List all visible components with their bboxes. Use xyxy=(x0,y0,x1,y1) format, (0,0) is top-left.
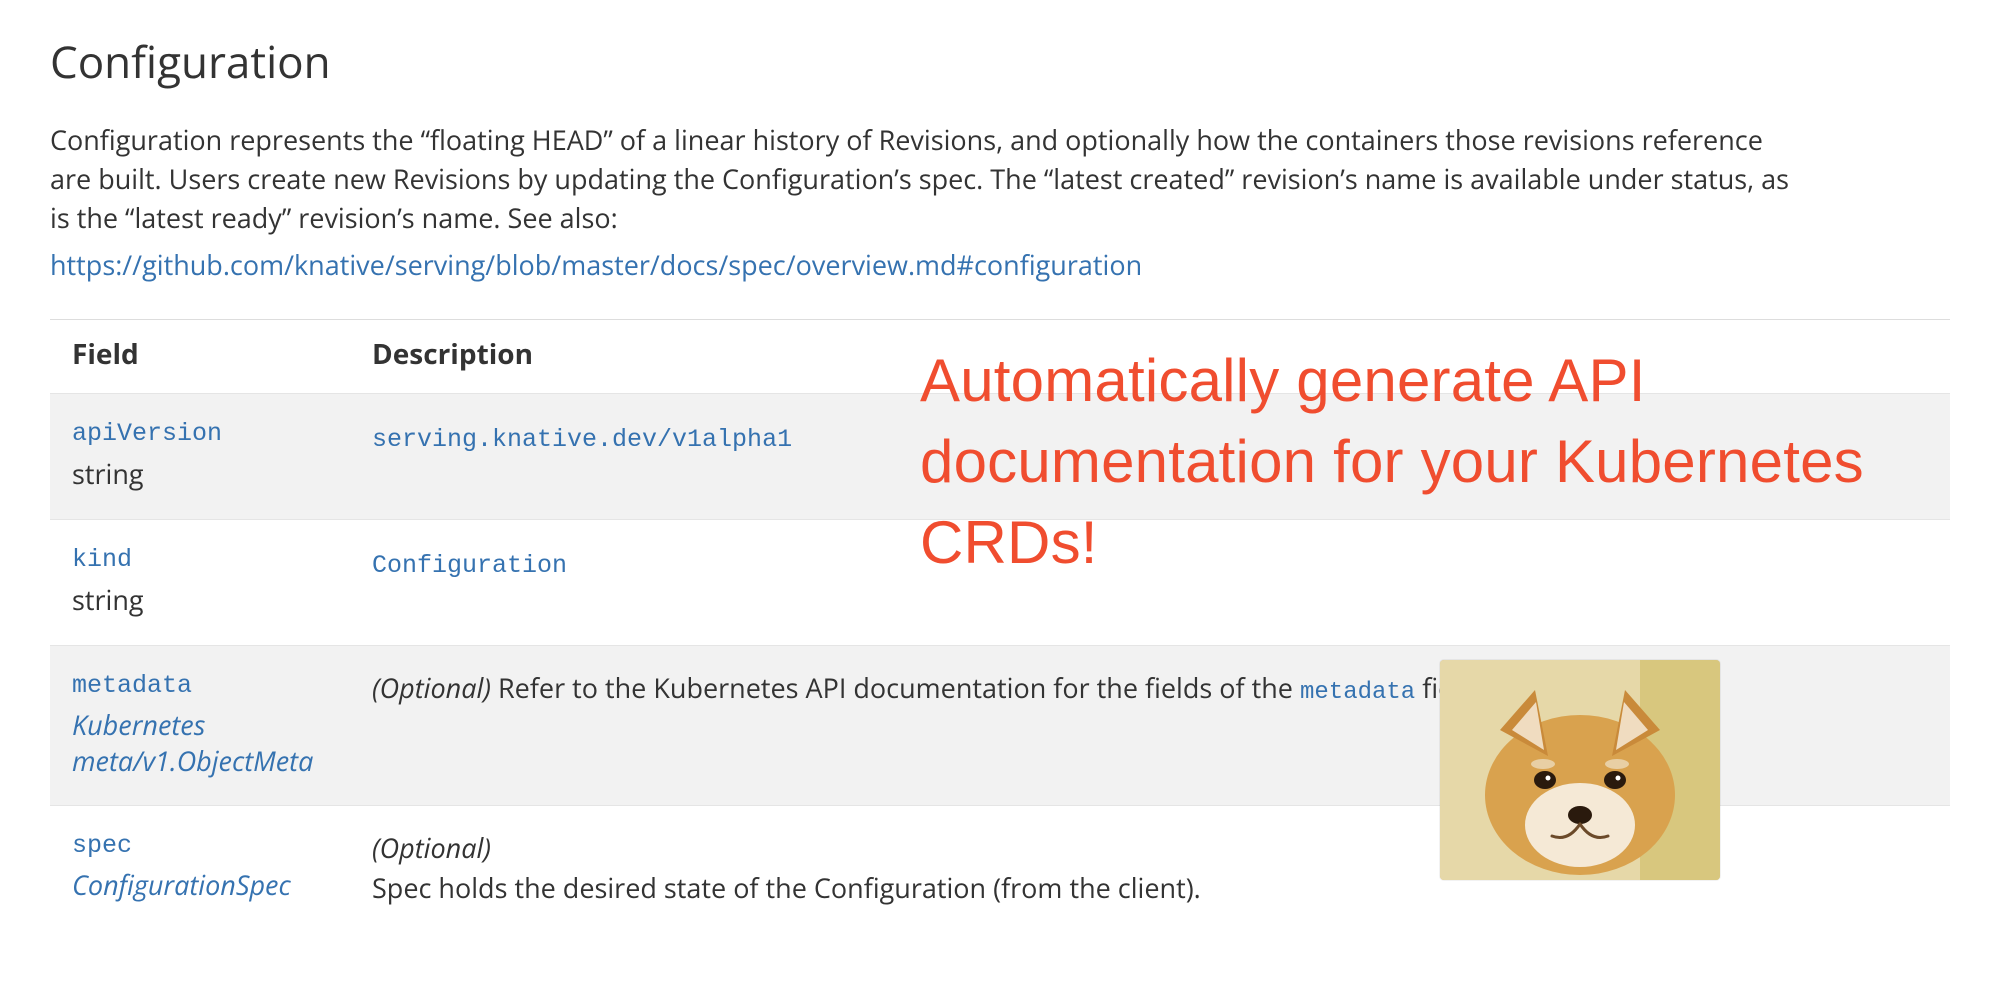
optional-label: (Optional) xyxy=(372,669,491,706)
page-title: Configuration xyxy=(50,30,1950,94)
field-type: string xyxy=(72,580,328,619)
desc-text: Spec holds the desired state of the Conf… xyxy=(372,869,1201,906)
inline-code: metadata xyxy=(1300,679,1415,706)
doge-image xyxy=(1440,660,1720,880)
field-name-metadata[interactable]: metadata xyxy=(72,668,328,704)
field-name-apiversion[interactable]: apiVersion xyxy=(72,416,328,452)
field-name-spec[interactable]: spec xyxy=(72,828,328,864)
field-value-code: serving.knative.dev/v1alpha1 xyxy=(372,425,792,454)
desc-text: Refer to the Kubernetes API documentatio… xyxy=(491,669,1300,706)
col-header-description: Description xyxy=(350,319,1950,393)
field-type-link[interactable]: Kubernetes meta/v1.ObjectMeta xyxy=(72,707,328,780)
field-name-kind[interactable]: kind xyxy=(72,542,328,578)
col-header-field: Field xyxy=(50,319,350,393)
field-type-link[interactable]: ConfigurationSpec xyxy=(72,867,328,903)
intro-paragraph: Configuration represents the “floating H… xyxy=(50,120,1790,237)
field-type: string xyxy=(72,454,328,493)
table-row: apiVersion string serving.knative.dev/v1… xyxy=(50,393,1950,519)
table-row: kind string Configuration xyxy=(50,519,1950,645)
intro-link[interactable]: https://github.com/knative/serving/blob/… xyxy=(50,246,1142,283)
field-value-code: Configuration xyxy=(372,551,567,580)
